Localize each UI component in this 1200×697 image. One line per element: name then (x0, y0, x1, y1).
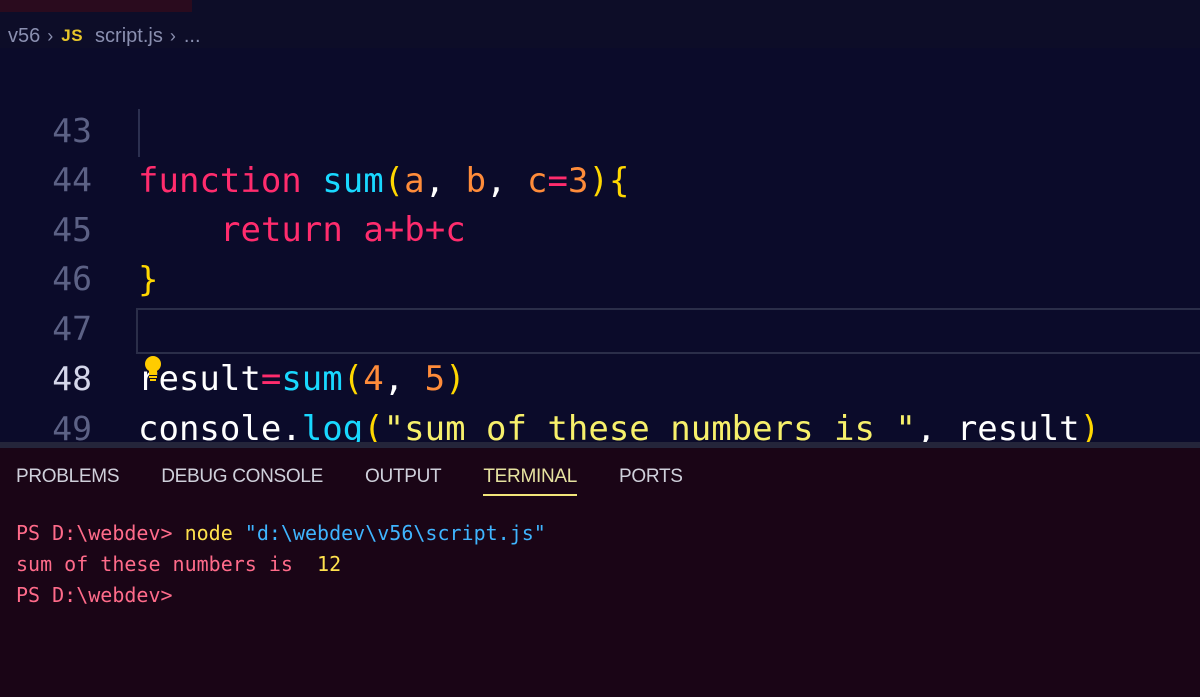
breadcrumb-file[interactable]: script.js (95, 25, 163, 48)
breadcrumb-bar: v56 › JS script.js › ... (0, 0, 1200, 48)
terminal-line: sum of these numbers is 12 (16, 549, 546, 580)
code-line[interactable]: 44 return a+b+c (0, 105, 1200, 250)
tab-strip-remnant (0, 0, 192, 12)
code-line[interactable]: 46 (0, 204, 1200, 298)
tab-debug-console[interactable]: DEBUG CONSOLE (161, 466, 323, 496)
terminal-line: PS D:\webdev> node "d:\webdev\v56\script… (16, 518, 546, 549)
terminal-output-number: 12 (317, 552, 342, 576)
terminal-output-text: sum of these numbers is (16, 552, 318, 576)
breadcrumb-folder[interactable]: v56 (8, 25, 40, 48)
chevron-right-icon: › (169, 25, 176, 46)
bottom-panel: PROBLEMS DEBUG CONSOLE OUTPUT TERMINAL P… (0, 448, 1200, 697)
tab-ports[interactable]: PORTS (619, 466, 683, 496)
terminal-prompt: PS D:\webdev> (16, 521, 185, 545)
chevron-right-icon: › (47, 25, 54, 46)
lightbulb-icon[interactable] (141, 354, 167, 382)
code-line-current[interactable]: 48 console.log("sum of these numbers is … (0, 304, 1200, 442)
terminal-argument: "d:\webdev\v56\script.js" (244, 521, 546, 545)
terminal-line: PS D:\webdev> (16, 580, 546, 611)
code-line[interactable]: 45 } (0, 155, 1200, 300)
code-line[interactable]: 47 result=sum(4, 5) (0, 254, 1200, 399)
terminal-output[interactable]: PS D:\webdev> node "d:\webdev\v56\script… (16, 518, 546, 611)
tab-problems[interactable]: PROBLEMS (16, 466, 119, 496)
vscode-window: v56 › JS script.js › ... 43 function sum… (0, 0, 1200, 697)
breadcrumb: v56 › JS script.js › ... (8, 22, 201, 50)
tab-output[interactable]: OUTPUT (365, 466, 442, 496)
tab-terminal[interactable]: TERMINAL (483, 466, 577, 496)
panel-tabs: PROBLEMS DEBUG CONSOLE OUTPUT TERMINAL P… (16, 466, 725, 496)
code-line[interactable]: 50 (0, 404, 1200, 442)
code-line[interactable]: 49 (0, 354, 1200, 442)
code-line[interactable]: 43 function sum(a, b, c=3){ (0, 56, 1200, 201)
code-editor[interactable]: 43 function sum(a, b, c=3){ 44 return a+… (0, 54, 1200, 442)
terminal-command: node (184, 521, 245, 545)
javascript-file-icon: JS (61, 26, 84, 45)
terminal-prompt: PS D:\webdev> (16, 583, 173, 607)
breadcrumb-symbols[interactable]: ... (184, 25, 201, 48)
